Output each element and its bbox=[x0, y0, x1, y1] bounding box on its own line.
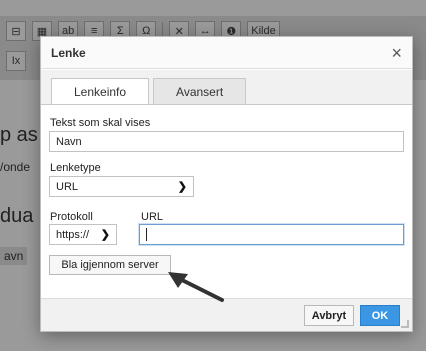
tab-panel-link-info: Tekst som skal vises Navn Lenketype URL … bbox=[41, 104, 412, 299]
chevron-down-icon: ❯ bbox=[100, 229, 110, 241]
toolbar-button-1[interactable]: ⊟ bbox=[6, 21, 26, 41]
toolbar-row-2: Ix bbox=[6, 50, 26, 72]
editor-text-line: p as bbox=[0, 124, 38, 146]
chevron-down-icon: ❯ bbox=[177, 181, 187, 193]
remove-format-icon[interactable]: Ix bbox=[6, 51, 26, 71]
dialog-title: Lenke bbox=[51, 45, 86, 60]
editor-text-line: /onde bbox=[0, 160, 31, 174]
protocol-label: Protokoll bbox=[50, 211, 93, 223]
link-type-select[interactable]: URL ❯ bbox=[49, 176, 194, 197]
cancel-button[interactable]: Avbryt bbox=[304, 305, 354, 326]
display-text-value: Navn bbox=[56, 135, 82, 148]
close-icon[interactable]: × bbox=[391, 44, 402, 62]
url-label: URL bbox=[141, 211, 164, 223]
tab-link-info[interactable]: Lenkeinfo bbox=[51, 78, 150, 105]
dialog-tabs: Lenkeinfo Avansert bbox=[51, 78, 247, 105]
display-text-label: Tekst som skal vises bbox=[50, 117, 151, 129]
protocol-value: https:// bbox=[56, 228, 90, 241]
editor-text-line: dua bbox=[0, 205, 34, 227]
protocol-select[interactable]: https:// ❯ bbox=[49, 224, 117, 245]
link-type-label: Lenketype bbox=[50, 162, 101, 174]
url-input[interactable] bbox=[139, 224, 404, 245]
editor-text-line: avn bbox=[0, 247, 28, 265]
display-text-field[interactable]: Navn bbox=[49, 131, 404, 152]
text-caret bbox=[146, 228, 147, 241]
dialog-footer: Avbryt OK bbox=[41, 298, 412, 331]
link-dialog: Lenke × Lenkeinfo Avansert Tekst som ska… bbox=[40, 36, 413, 332]
resize-handle[interactable] bbox=[401, 320, 409, 328]
pointer-arrow-icon bbox=[168, 272, 224, 302]
link-type-value: URL bbox=[56, 180, 79, 193]
dialog-body: Lenkeinfo Avansert Tekst som skal vises … bbox=[41, 70, 412, 299]
tab-advanced[interactable]: Avansert bbox=[153, 78, 247, 104]
dialog-header: Lenke × bbox=[41, 37, 412, 69]
ok-button[interactable]: OK bbox=[360, 305, 400, 326]
browse-server-button[interactable]: Bla igjennom server bbox=[49, 255, 171, 275]
